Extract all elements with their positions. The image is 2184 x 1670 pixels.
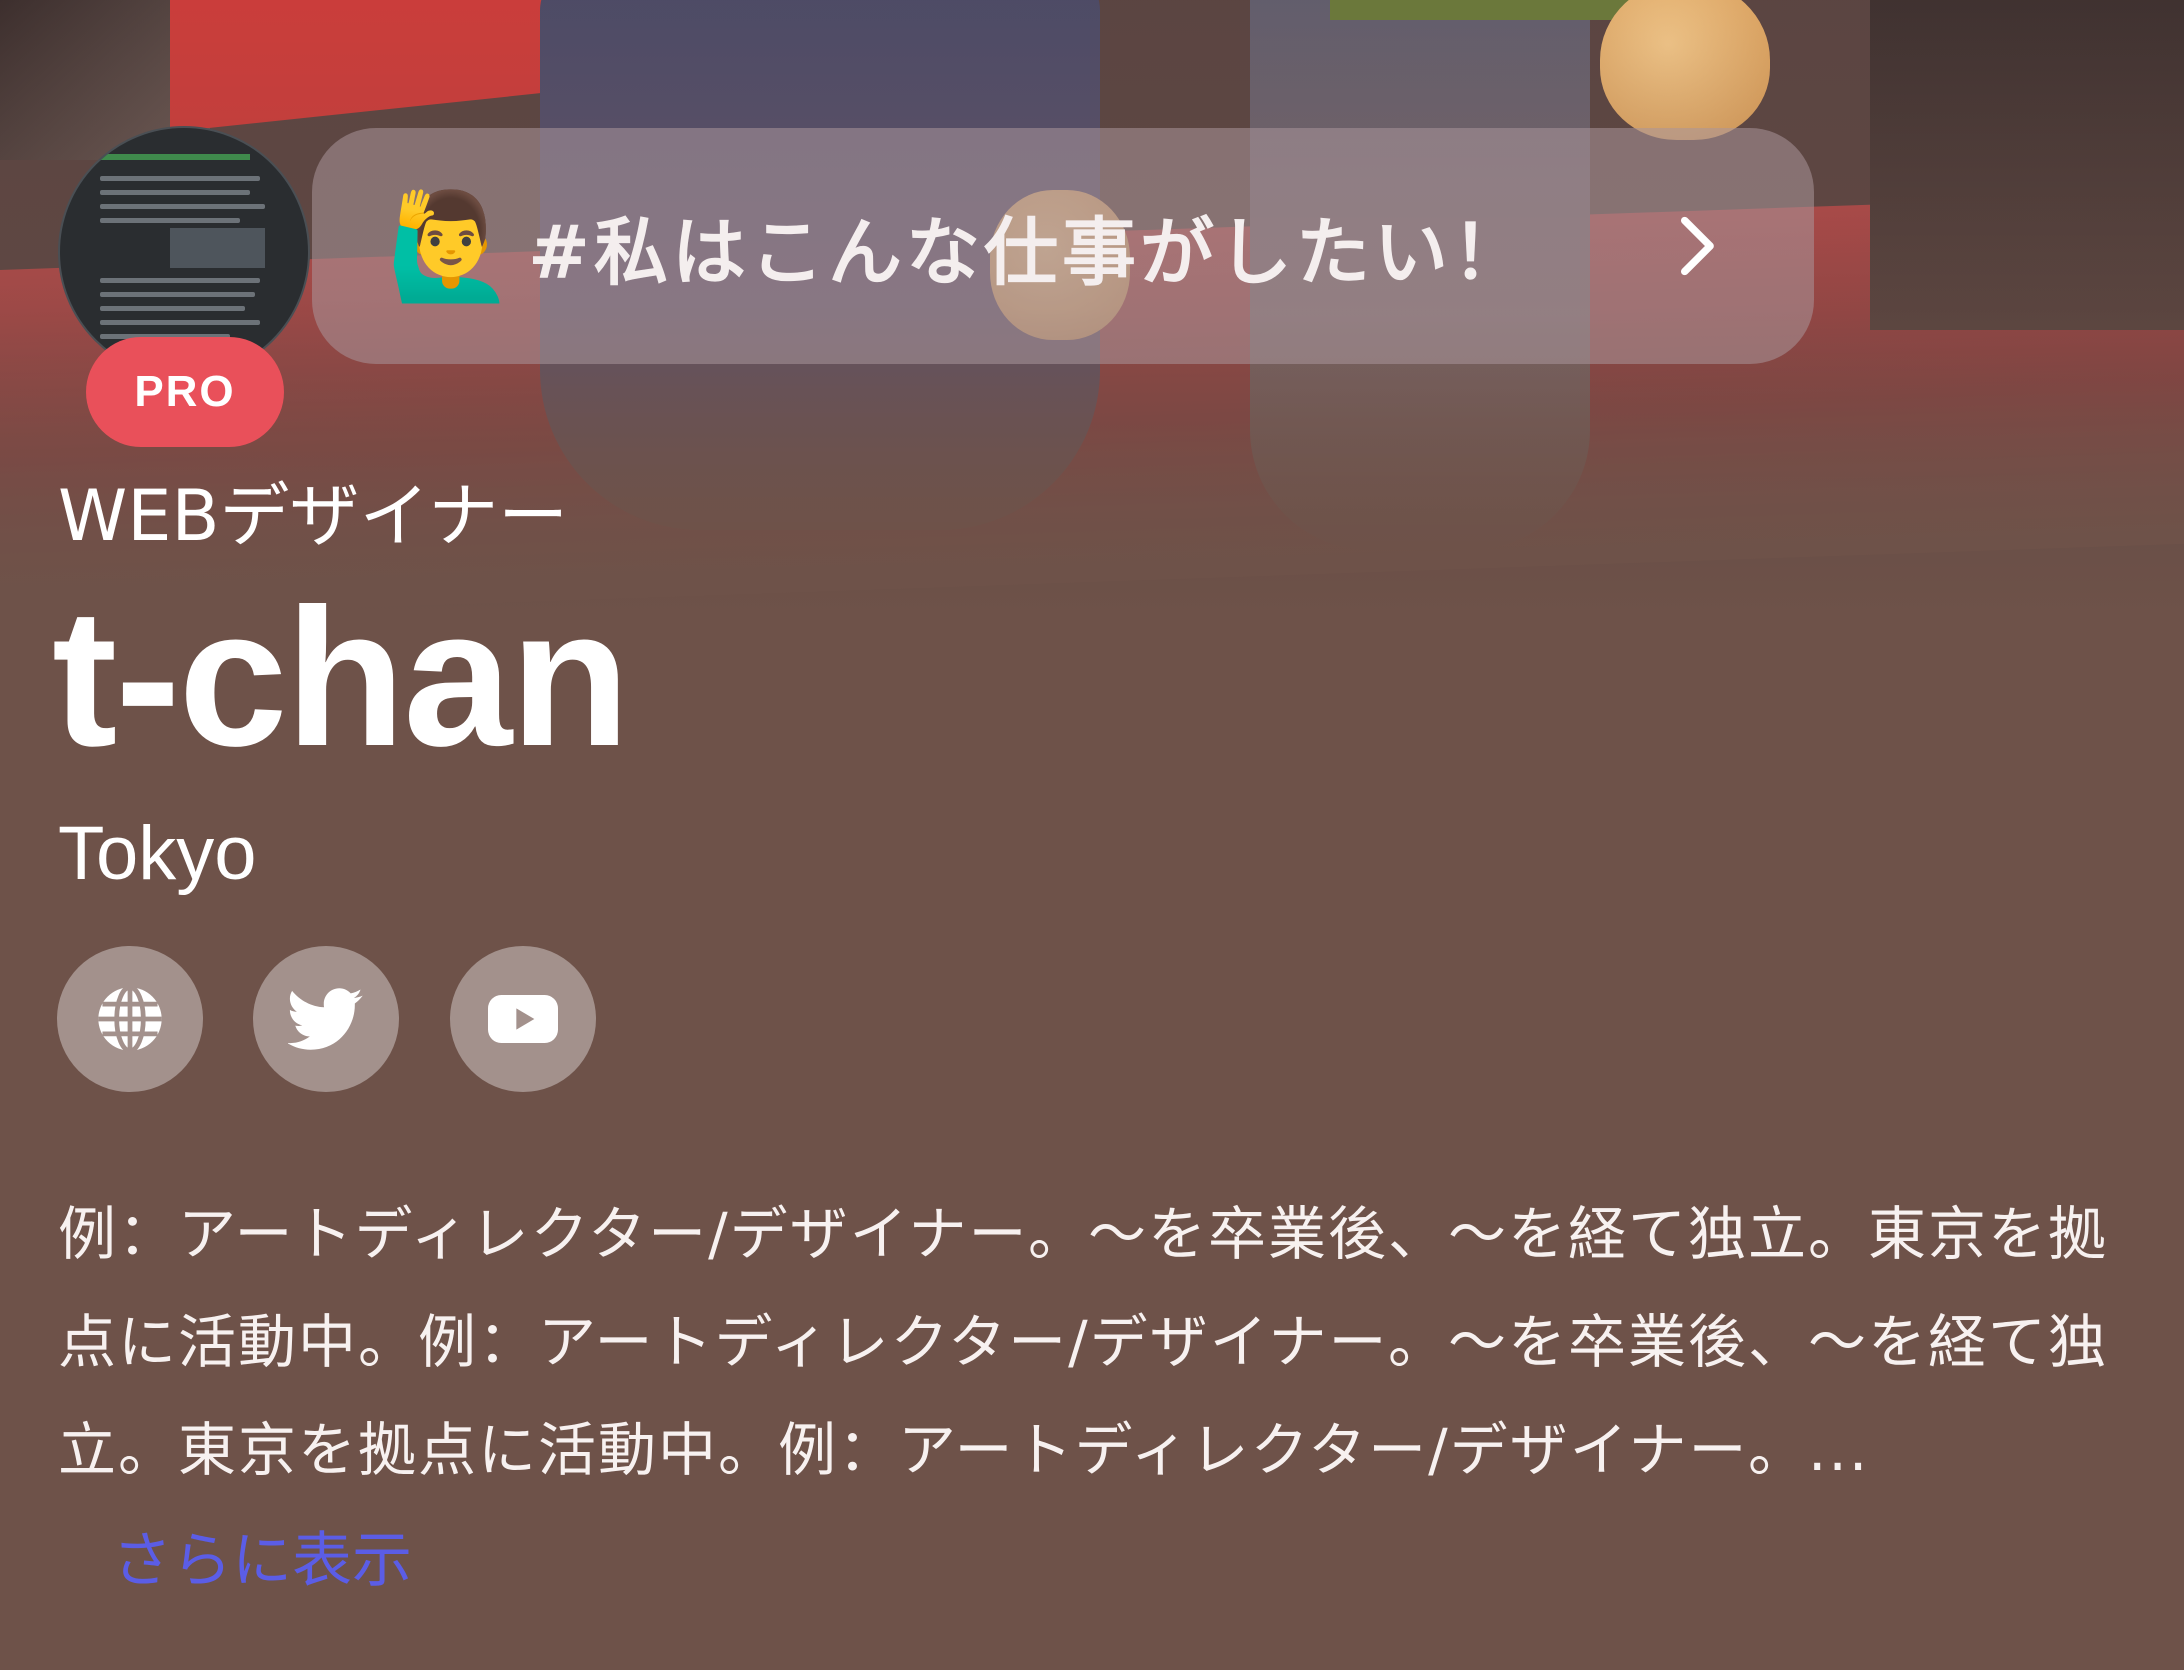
globe-icon	[98, 984, 162, 1054]
bio-text: 例：アートディレクター/デザイナー。〜を卒業後、〜を経て独立。東京を拠点に活動中…	[58, 1200, 2108, 1484]
hashtag-label: #私はこんな仕事がしたい！	[528, 209, 1531, 296]
raising-hand-icon: 🙋‍♂️	[386, 185, 516, 307]
youtube-icon	[488, 995, 558, 1043]
website-link-button[interactable]	[57, 946, 203, 1092]
pro-badge: PRO	[86, 337, 284, 447]
show-more-link[interactable]: さらに表示	[112, 1512, 412, 1599]
chevron-right-icon	[1680, 216, 1714, 276]
twitter-icon	[288, 988, 363, 1050]
hashtag-button[interactable]: 🙋‍♂️ #私はこんな仕事がしたい！	[312, 128, 1814, 364]
twitter-link-button[interactable]	[253, 946, 399, 1092]
job-title: WEBデザイナー	[58, 475, 569, 557]
location: Tokyo	[58, 811, 257, 896]
profile-name: t-chan	[52, 568, 630, 787]
youtube-link-button[interactable]	[450, 946, 596, 1092]
